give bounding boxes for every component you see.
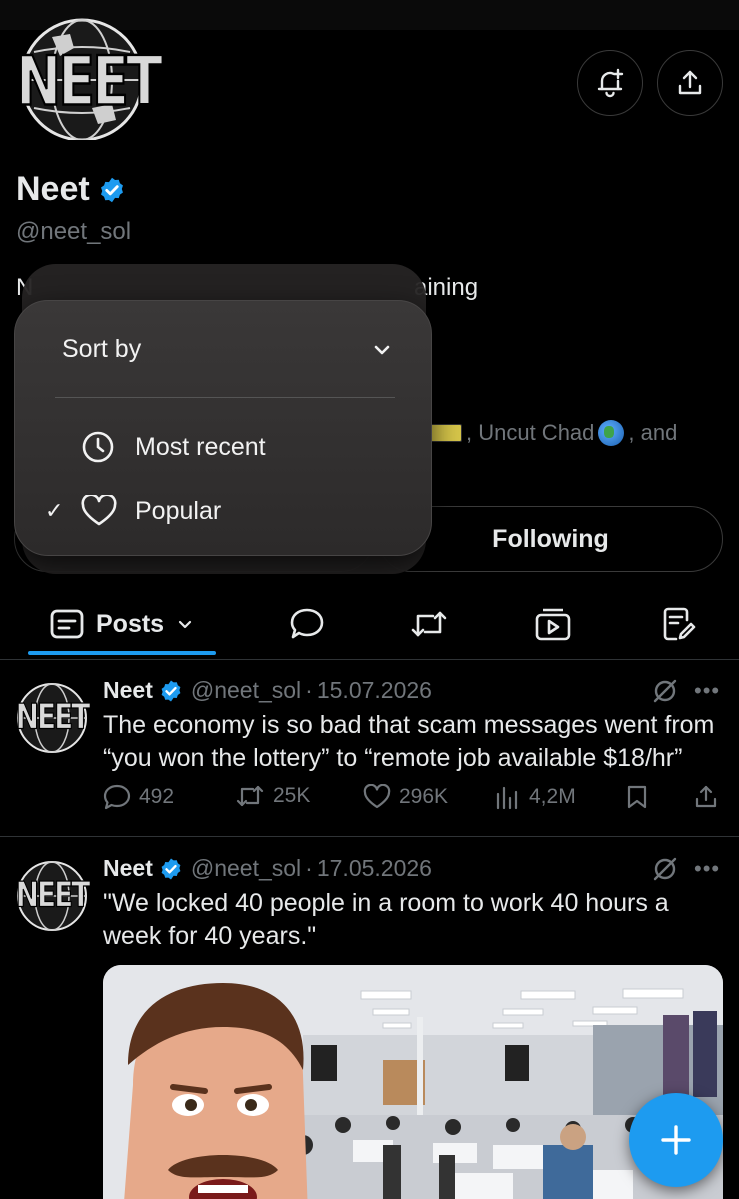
verified-badge-icon: [161, 680, 181, 701]
post-divider: [0, 836, 739, 837]
tab-reposts[interactable]: [402, 595, 456, 653]
notifications-subscribe-button[interactable]: [577, 50, 643, 116]
post-actions: 492 25K 296K 4,2M: [103, 784, 723, 818]
profile-name: Neet: [16, 170, 126, 209]
post-author-handle[interactable]: @neet_sol: [191, 855, 301, 882]
tab-replies[interactable]: [280, 595, 334, 653]
bookmark-icon: [627, 785, 647, 809]
verified-badge-icon: [100, 177, 123, 202]
repost-icon: [411, 611, 447, 637]
post-author-name[interactable]: Neet: [103, 855, 153, 882]
share-button[interactable]: [657, 50, 723, 116]
active-tab-indicator: [28, 651, 216, 655]
post-avatar-logo-text: NEET: [15, 695, 91, 738]
post-avatar-logo-text: NEET: [15, 873, 91, 916]
article-icon: [663, 607, 696, 641]
reply-button[interactable]: 492: [103, 784, 174, 810]
sort-by-popover: Sort by Most recent ✓ Popular: [14, 300, 432, 556]
post-text: "We locked 40 people in a room to work 4…: [103, 889, 669, 950]
checkmark-icon: ✓: [45, 498, 64, 523]
post-date[interactable]: 17.05.2026: [317, 855, 432, 882]
globe-emoji-icon: [598, 420, 625, 446]
sort-option-most-recent-label: Most recent: [135, 432, 266, 461]
logo-text: NEET: [15, 41, 164, 122]
tab-videos[interactable]: [526, 595, 580, 653]
post-avatar[interactable]: NEET: [14, 858, 91, 934]
video-icon: [535, 608, 571, 641]
sort-option-popular-label: Popular: [135, 496, 222, 525]
followed-by-line: , Uncut Chad , and: [430, 420, 677, 446]
posts-icon: [50, 609, 84, 639]
reply-bubble-icon: [290, 608, 324, 639]
chevron-down-icon: [178, 620, 192, 629]
repost-icon: [236, 785, 264, 807]
share-icon: [695, 785, 717, 808]
like-button[interactable]: 296K: [363, 784, 448, 810]
chevron-down-icon[interactable]: [371, 339, 393, 361]
tabs-divider: [0, 659, 739, 660]
share-icon: [678, 70, 702, 95]
profile-name-text: Neet: [16, 170, 90, 208]
sort-option-most-recent[interactable]: Most recent: [45, 427, 266, 467]
bell-plus-icon: [597, 68, 624, 98]
post-author-name[interactable]: Neet: [103, 677, 153, 704]
post-text: The economy is so bad that scam messages…: [103, 711, 715, 772]
repost-button[interactable]: 25K: [235, 784, 310, 808]
profile-handle: @neet_sol: [16, 218, 132, 245]
bookmark-button[interactable]: [625, 784, 649, 810]
badge-emoji-icon: [430, 424, 462, 442]
tab-posts-label: Posts: [96, 609, 165, 638]
plus-icon: [661, 1125, 691, 1155]
tab-posts[interactable]: Posts: [50, 595, 210, 653]
compose-fab-button[interactable]: [629, 1093, 723, 1187]
post-dot-separator: ·: [305, 677, 313, 703]
post-media-image[interactable]: [103, 965, 723, 1199]
post-header: Neet @neet_sol · 17.05.2026: [103, 855, 432, 882]
profile-screen: NEET Neet @neet_sol N aining , Uncut Cha…: [0, 0, 739, 1199]
tab-articles[interactable]: [652, 595, 706, 653]
views-chart-icon: [496, 786, 518, 810]
sort-option-popular[interactable]: ✓ Popular: [45, 491, 221, 531]
more-options-icon[interactable]: •••: [694, 678, 720, 704]
post-avatar[interactable]: NEET: [14, 680, 91, 756]
reply-count: 492: [139, 785, 175, 808]
post-dot-separator: ·: [305, 855, 313, 881]
grok-icon[interactable]: [652, 678, 678, 704]
more-options-icon[interactable]: •••: [694, 856, 720, 882]
followed-by-and: , and: [628, 420, 678, 445]
popover-divider: [55, 397, 395, 398]
post-date[interactable]: 15.07.2026: [317, 677, 432, 704]
verified-badge-icon: [161, 858, 181, 879]
post-author-handle[interactable]: @neet_sol: [191, 677, 301, 704]
profile-tabs: Posts: [0, 595, 739, 659]
grok-icon[interactable]: [652, 856, 678, 882]
heart-icon: [363, 784, 391, 809]
views-count: 4,2M: [529, 785, 576, 808]
post-header: Neet @neet_sol · 15.07.2026: [103, 677, 432, 704]
heart-icon: [81, 495, 117, 526]
followed-by-text: , Uncut Chad: [466, 420, 595, 445]
views-button[interactable]: 4,2M: [495, 784, 576, 810]
like-count: 296K: [399, 785, 449, 808]
clock-icon: [82, 431, 114, 463]
sort-by-title[interactable]: Sort by: [62, 335, 141, 364]
repost-count: 25K: [273, 784, 311, 807]
share-post-button[interactable]: [693, 784, 719, 810]
profile-avatar[interactable]: NEET: [12, 12, 164, 142]
reply-icon: [103, 784, 131, 810]
